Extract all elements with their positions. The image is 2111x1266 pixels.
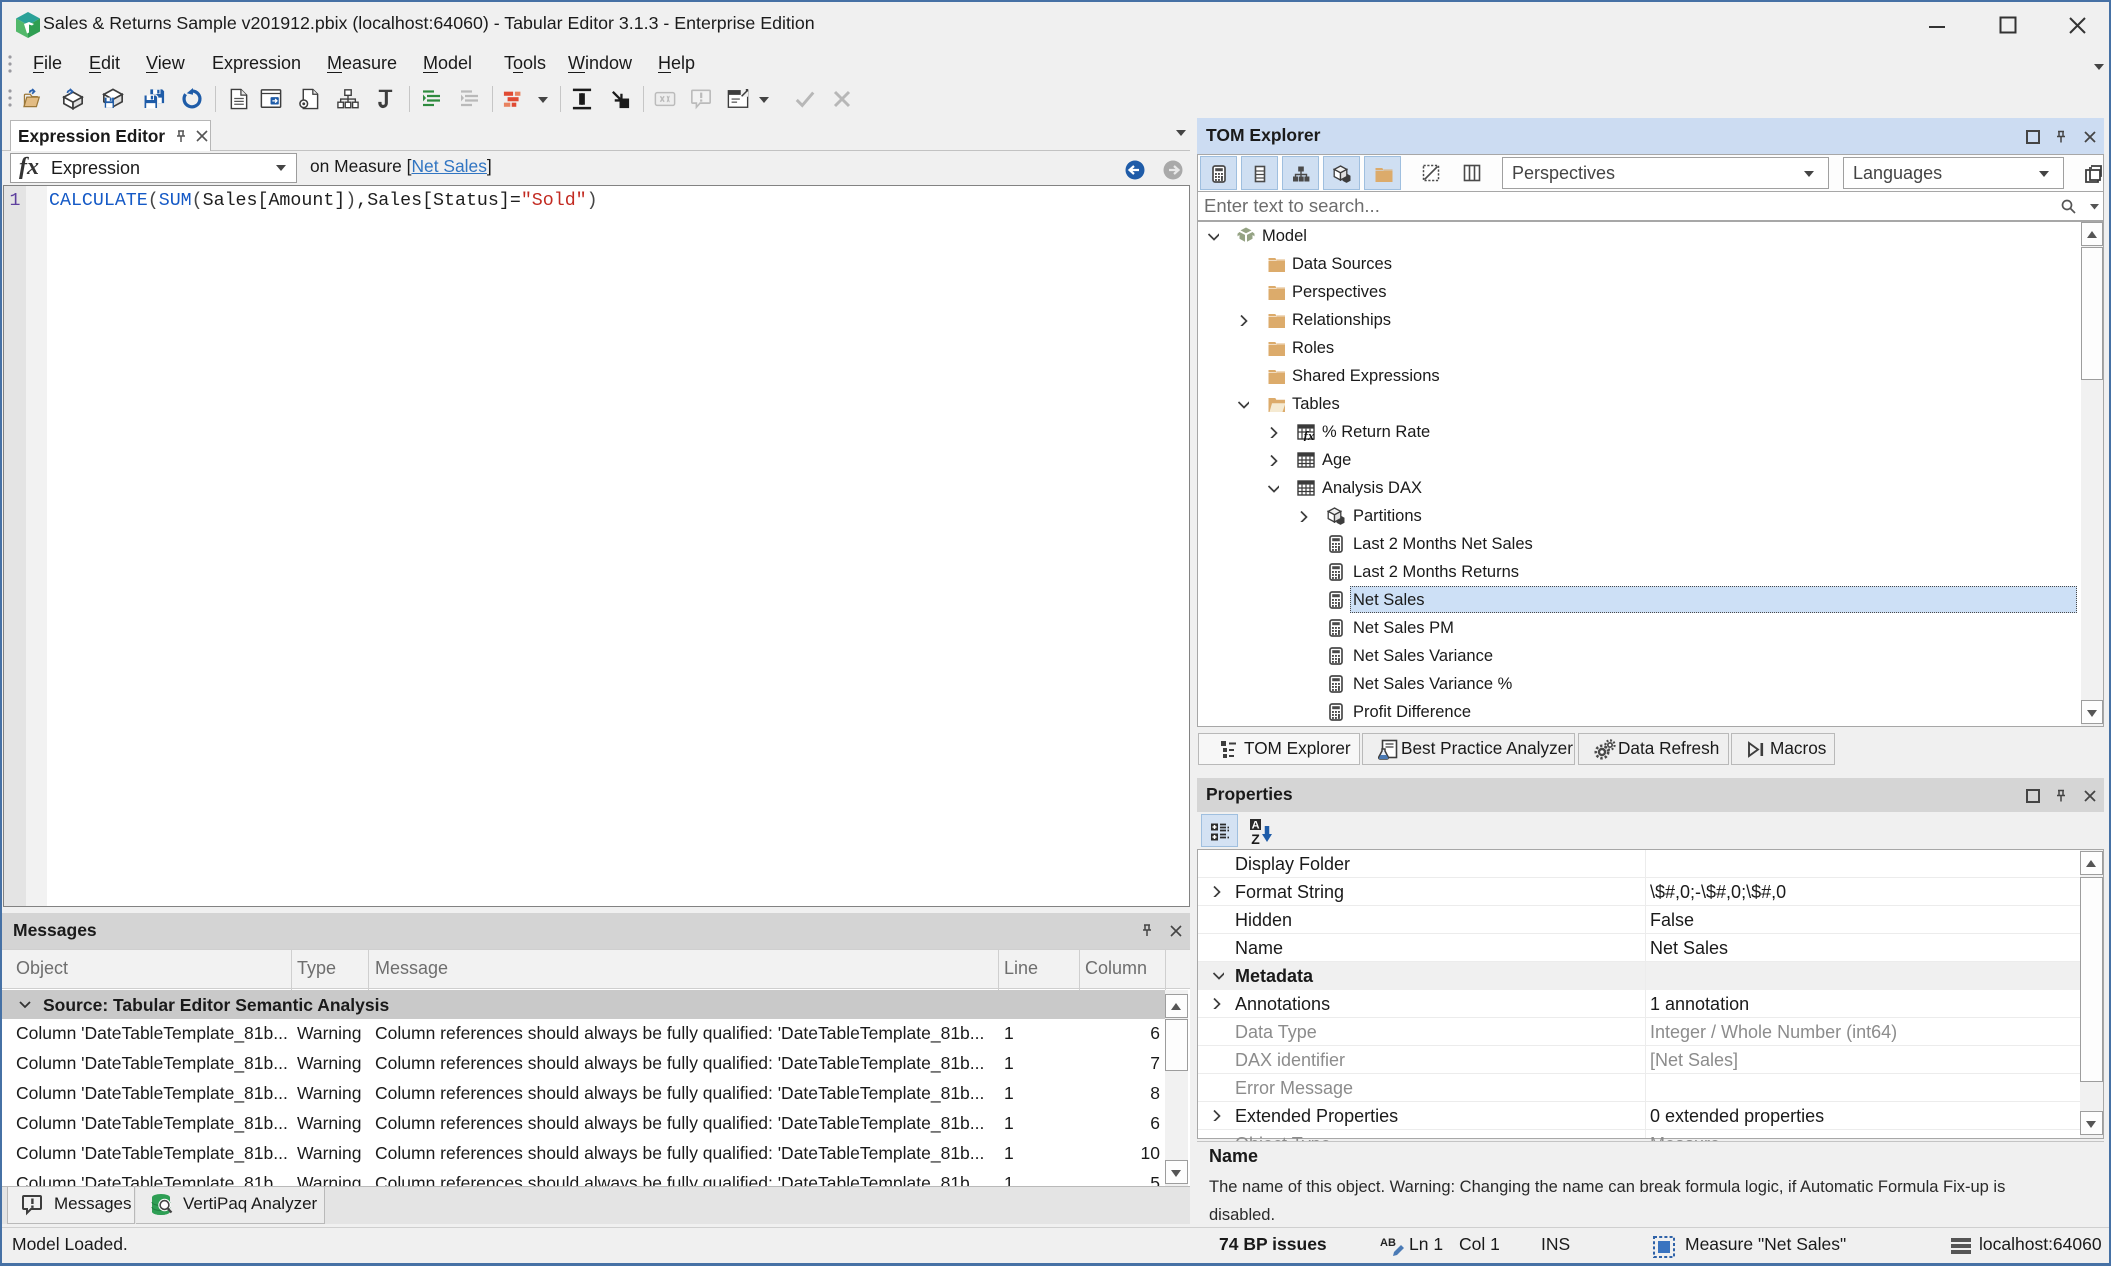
svg-text:AB: AB: [1380, 1237, 1396, 1249]
svg-text:Z: Z: [1251, 831, 1260, 846]
svg-text:A: A: [1252, 820, 1260, 832]
